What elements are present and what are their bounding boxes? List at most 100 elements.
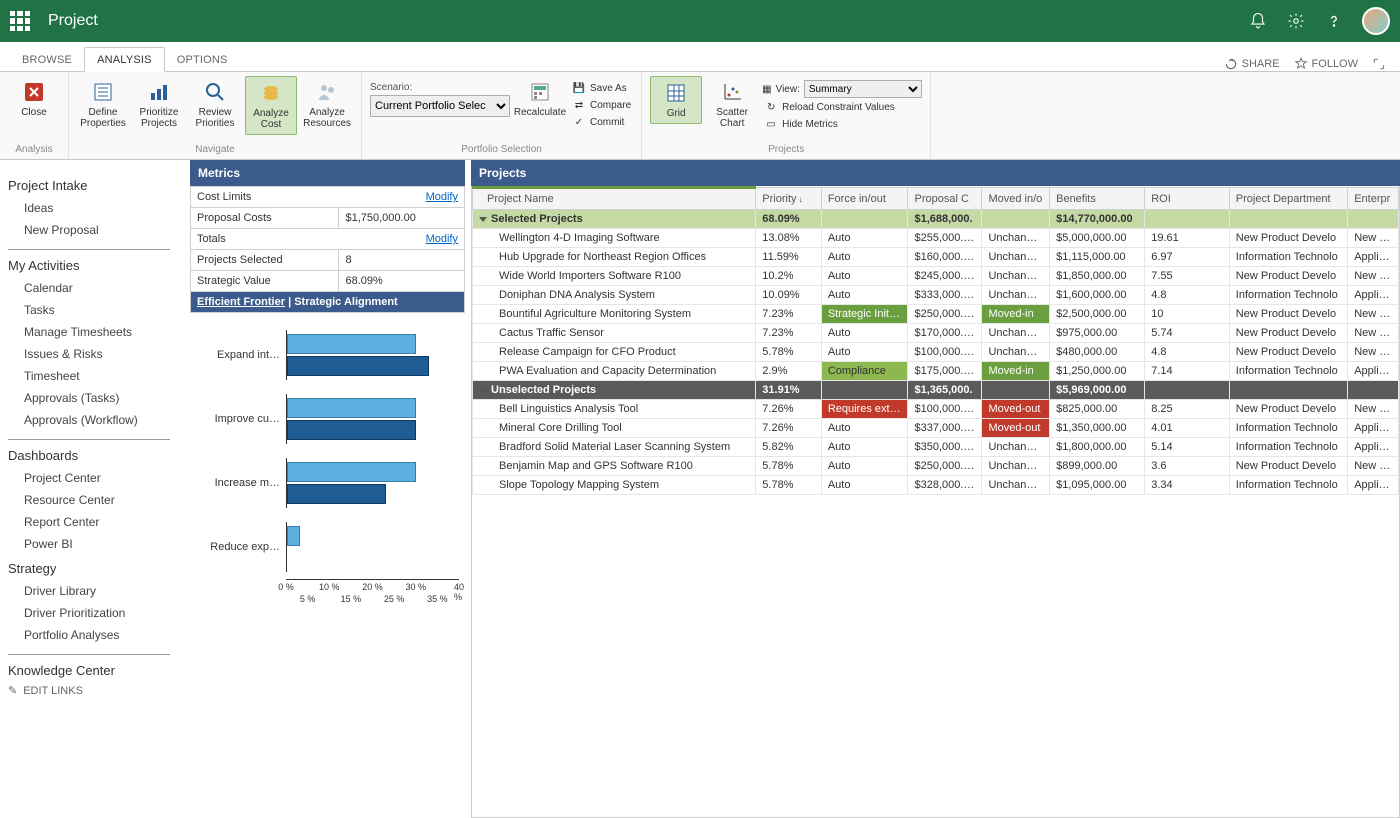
axis-tick: 30 % bbox=[405, 582, 426, 592]
table-group-row[interactable]: Selected Projects68.09%$1,688,000.$14,77… bbox=[473, 210, 1399, 229]
save-as-button[interactable]: 💾Save As bbox=[570, 80, 633, 96]
chart-category-label: Increase m… bbox=[196, 477, 286, 489]
scenario-label: Scenario: bbox=[370, 82, 510, 93]
chart-axis: 0 %10 %20 %30 %40 %5 %15 %25 %35 % bbox=[286, 579, 459, 607]
chart-category-label: Reduce exp… bbox=[196, 541, 286, 553]
nav-section-dashboards[interactable]: Dashboards bbox=[8, 448, 182, 463]
nav-item-timesheet[interactable]: Timesheet bbox=[8, 365, 182, 387]
tab-options[interactable]: OPTIONS bbox=[165, 48, 240, 71]
nav-item-resource-center[interactable]: Resource Center bbox=[8, 489, 182, 511]
settings-icon[interactable] bbox=[1286, 11, 1306, 31]
share-button[interactable]: SHARE bbox=[1224, 57, 1280, 71]
nav-item-report-center[interactable]: Report Center bbox=[8, 511, 182, 533]
nav-item-tasks[interactable]: Tasks bbox=[8, 299, 182, 321]
commit-button[interactable]: ✓Commit bbox=[570, 114, 633, 130]
left-nav: Project Intake Ideas New Proposal My Act… bbox=[0, 160, 190, 818]
scenario-select[interactable]: Current Portfolio Selec bbox=[370, 95, 510, 117]
table-row[interactable]: Bountiful Agriculture Monitoring System7… bbox=[473, 305, 1399, 324]
table-row[interactable]: Wellington 4-D Imaging Software13.08%Aut… bbox=[473, 229, 1399, 248]
nav-item-ideas[interactable]: Ideas bbox=[8, 197, 182, 219]
nav-item-project-center[interactable]: Project Center bbox=[8, 467, 182, 489]
table-group-row[interactable]: Unselected Projects31.91%$1,365,000.$5,9… bbox=[473, 381, 1399, 400]
nav-item-timesheets[interactable]: Manage Timesheets bbox=[8, 321, 182, 343]
nav-section-intake[interactable]: Project Intake bbox=[8, 178, 182, 193]
table-row[interactable]: Bell Linguistics Analysis Tool7.26%Requi… bbox=[473, 400, 1399, 419]
reload-button[interactable]: ↻Reload Constraint Values bbox=[762, 99, 922, 115]
col-dept[interactable]: Project Department bbox=[1229, 188, 1347, 210]
efficient-frontier-link[interactable]: Efficient Frontier bbox=[197, 296, 285, 308]
grid-icon bbox=[664, 81, 688, 105]
follow-button[interactable]: FOLLOW bbox=[1294, 57, 1358, 71]
tab-browse[interactable]: BROWSE bbox=[10, 48, 84, 71]
chart-bar-dark bbox=[287, 356, 429, 376]
table-row[interactable]: Release Campaign for CFO Product5.78%Aut… bbox=[473, 343, 1399, 362]
prioritize-icon bbox=[147, 80, 171, 104]
scatter-chart-button[interactable]: Scatter Chart bbox=[706, 76, 758, 133]
review-priorities-button[interactable]: Review Priorities bbox=[189, 76, 241, 133]
nav-item-approvals-tasks[interactable]: Approvals (Tasks) bbox=[8, 387, 182, 409]
col-name[interactable]: Project Name bbox=[473, 188, 756, 210]
analyze-cost-button[interactable]: Analyze Cost bbox=[245, 76, 297, 135]
close-button[interactable]: Close bbox=[8, 76, 60, 122]
table-row[interactable]: Doniphan DNA Analysis System10.09%Auto$3… bbox=[473, 286, 1399, 305]
col-proposal[interactable]: Proposal C bbox=[908, 188, 982, 210]
modify-cost-limits[interactable]: Modify bbox=[426, 191, 458, 203]
nav-item-power-bi[interactable]: Power BI bbox=[8, 533, 182, 555]
recalculate-button[interactable]: Recalculate bbox=[514, 76, 566, 122]
chart-bar-light bbox=[287, 398, 416, 418]
view-select[interactable]: Summary bbox=[804, 80, 922, 98]
table-row[interactable]: Slope Topology Mapping System5.78%Auto$3… bbox=[473, 476, 1399, 495]
scatter-icon bbox=[720, 80, 744, 104]
tab-analysis[interactable]: ANALYSIS bbox=[84, 47, 165, 72]
col-benefits[interactable]: Benefits bbox=[1050, 188, 1145, 210]
nav-item-approvals-workflow[interactable]: Approvals (Workflow) bbox=[8, 409, 182, 431]
help-icon[interactable] bbox=[1324, 11, 1344, 31]
table-row[interactable]: Mineral Core Drilling Tool7.26%Auto$337,… bbox=[473, 419, 1399, 438]
table-row[interactable]: PWA Evaluation and Capacity Determinatio… bbox=[473, 362, 1399, 381]
fullscreen-icon[interactable] bbox=[1372, 57, 1386, 71]
chart-row: Improve cu… bbox=[196, 387, 459, 451]
nav-item-driver-library[interactable]: Driver Library bbox=[8, 580, 182, 602]
table-row[interactable]: Cactus Traffic Sensor7.23%Auto$170,000.0… bbox=[473, 324, 1399, 343]
nav-section-strategy[interactable]: Strategy bbox=[8, 561, 182, 576]
table-row[interactable]: Benjamin Map and GPS Software R1005.78%A… bbox=[473, 457, 1399, 476]
hide-metrics-button[interactable]: ▭Hide Metrics bbox=[762, 116, 922, 132]
col-roi[interactable]: ROI bbox=[1145, 188, 1230, 210]
axis-tick: 15 % bbox=[341, 594, 362, 604]
axis-tick: 5 % bbox=[300, 594, 316, 604]
nav-item-calendar[interactable]: Calendar bbox=[8, 277, 182, 299]
nav-item-issues[interactable]: Issues & Risks bbox=[8, 343, 182, 365]
col-force[interactable]: Force in/out bbox=[821, 188, 908, 210]
edit-links-button[interactable]: ✎ EDIT LINKS bbox=[8, 684, 182, 697]
modify-totals[interactable]: Modify bbox=[426, 233, 458, 245]
col-priority[interactable]: Priority↓ bbox=[756, 188, 822, 210]
table-row[interactable]: Bradford Solid Material Laser Scanning S… bbox=[473, 438, 1399, 457]
user-avatar[interactable] bbox=[1362, 7, 1390, 35]
table-row[interactable]: Hub Upgrade for Northeast Region Offices… bbox=[473, 248, 1399, 267]
ribbon-group-analysis: Analysis bbox=[8, 142, 60, 157]
metric-cost-limits: Cost Limits bbox=[197, 191, 251, 203]
chart-row: Increase m… bbox=[196, 451, 459, 515]
ribbon: Close Analysis Define Properties Priorit… bbox=[0, 72, 1400, 160]
view-label: View: bbox=[776, 84, 800, 95]
define-properties-button[interactable]: Define Properties bbox=[77, 76, 129, 133]
col-moved[interactable]: Moved in/o bbox=[982, 188, 1050, 210]
projects-table[interactable]: Project Name Priority↓ Force in/out Prop… bbox=[472, 186, 1399, 495]
prioritize-projects-button[interactable]: Prioritize Projects bbox=[133, 76, 185, 133]
analyze-resources-button[interactable]: Analyze Resources bbox=[301, 76, 353, 133]
nav-section-knowledge[interactable]: Knowledge Center bbox=[8, 663, 182, 678]
table-row[interactable]: Wide World Importers Software R10010.2%A… bbox=[473, 267, 1399, 286]
close-icon bbox=[22, 80, 46, 104]
strategic-alignment-label: Strategic Alignment bbox=[294, 296, 398, 308]
nav-item-new-proposal[interactable]: New Proposal bbox=[8, 219, 182, 241]
nav-item-portfolio-analyses[interactable]: Portfolio Analyses bbox=[8, 624, 182, 646]
col-enterprise[interactable]: Enterpr bbox=[1348, 188, 1399, 210]
notifications-icon[interactable] bbox=[1248, 11, 1268, 31]
commit-icon: ✓ bbox=[572, 115, 586, 129]
nav-section-activities[interactable]: My Activities bbox=[8, 258, 182, 273]
grid-button[interactable]: Grid bbox=[650, 76, 702, 124]
ribbon-group-navigate: Navigate bbox=[77, 142, 353, 157]
nav-item-driver-prioritization[interactable]: Driver Prioritization bbox=[8, 602, 182, 624]
app-launcher-icon[interactable] bbox=[10, 11, 30, 31]
compare-button[interactable]: ⇄Compare bbox=[570, 97, 633, 113]
